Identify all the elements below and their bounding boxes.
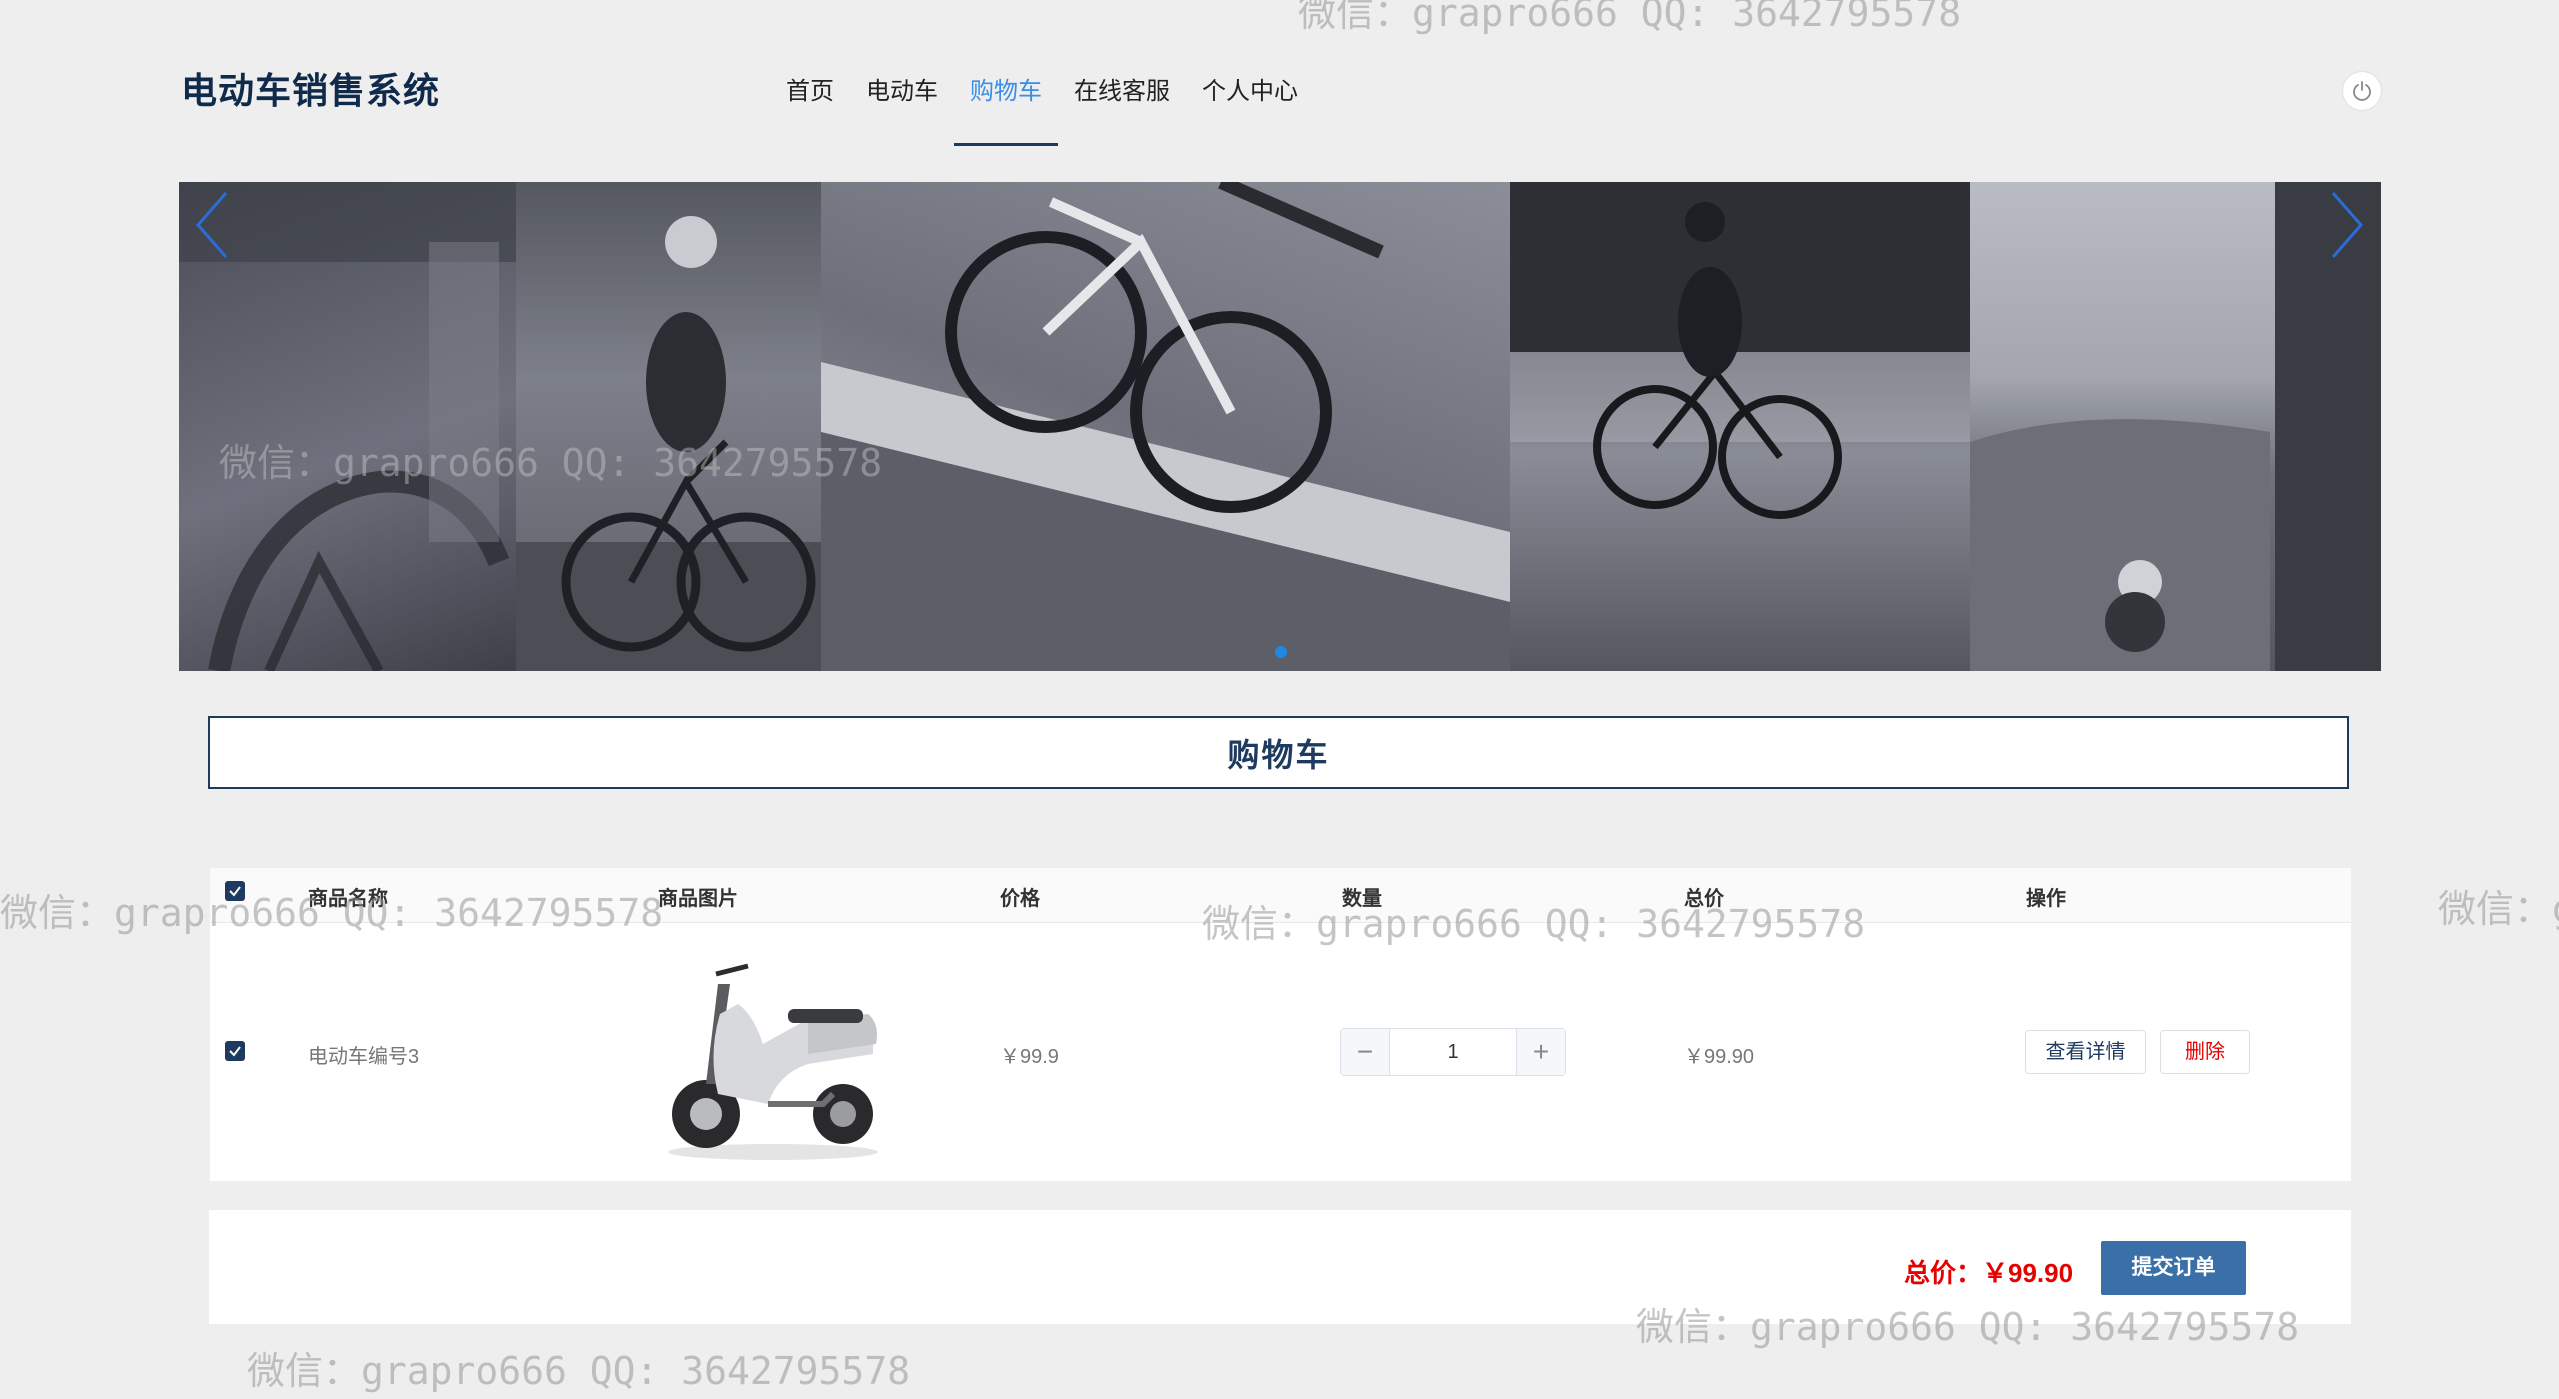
- column-header-total: 总价: [1684, 888, 1724, 910]
- power-icon: [2353, 81, 2371, 101]
- check-icon: [229, 1046, 241, 1057]
- nav-cart[interactable]: 购物车: [954, 60, 1058, 146]
- quantity-input[interactable]: 1: [1390, 1029, 1516, 1075]
- submit-order-button[interactable]: 提交订单: [2101, 1241, 2246, 1295]
- select-all-checkbox[interactable]: [225, 881, 245, 901]
- watermark: 微信：grapro666 QQ: 3642795578: [247, 1349, 911, 1393]
- banner-photo: [1510, 182, 1970, 671]
- row-checkbox[interactable]: [225, 1041, 245, 1061]
- product-price: ￥99.9: [1000, 1046, 1059, 1068]
- carousel-next-button[interactable]: [2321, 185, 2371, 265]
- cart-title-box: 购物车: [208, 716, 2349, 789]
- table-header: 商品名称 商品图片 价格 数量 总价 操作: [210, 868, 2351, 923]
- row-total: ￥99.90: [1684, 1046, 1755, 1068]
- watermark: 微信：grapro666 QQ: 3642795578: [2438, 887, 2559, 931]
- banner-photo: [821, 182, 1510, 671]
- grand-total: 总价：￥99.90: [1904, 1258, 2074, 1288]
- quantity-stepper: − 1 +: [1340, 1028, 1566, 1076]
- carousel-prev-button[interactable]: [188, 185, 238, 265]
- page-title: 购物车: [1227, 736, 1330, 773]
- carousel-indicator-dot[interactable]: [1275, 646, 1287, 658]
- delete-button[interactable]: 删除: [2160, 1030, 2250, 1074]
- decrease-quantity-button[interactable]: −: [1341, 1029, 1390, 1075]
- product-image[interactable]: [658, 944, 888, 1164]
- column-header-price: 价格: [1000, 888, 1040, 910]
- banner-photo: [1970, 182, 2381, 671]
- product-name: 电动车编号3: [308, 1046, 420, 1068]
- logout-button[interactable]: [2343, 72, 2381, 110]
- nav-home[interactable]: 首页: [770, 60, 850, 146]
- main-nav: 首页 电动车 购物车 在线客服 个人中心: [770, 60, 1314, 150]
- cart-table: 商品名称 商品图片 价格 数量 总价 操作 电动车编号3 ￥99.9 − 1 +…: [210, 868, 2351, 1181]
- nav-service[interactable]: 在线客服: [1058, 60, 1186, 146]
- column-header-actions: 操作: [2026, 888, 2066, 910]
- watermark: 微信：grapro666 QQ: 3642795578: [219, 441, 883, 485]
- banner-photo: [516, 182, 821, 671]
- watermark: 微信：grapro666 QQ: 3642795578: [1298, 0, 1962, 35]
- banner-carousel: 微信：grapro666 QQ: 3642795578: [179, 182, 2381, 671]
- column-header-quantity: 数量: [1342, 888, 1382, 910]
- nav-profile[interactable]: 个人中心: [1186, 60, 1314, 146]
- site-title: 电动车销售系统: [181, 70, 441, 111]
- column-header-name: 商品名称: [308, 888, 388, 910]
- nav-ebikes[interactable]: 电动车: [850, 60, 954, 146]
- increase-quantity-button[interactable]: +: [1516, 1029, 1565, 1075]
- view-details-button[interactable]: 查看详情: [2025, 1030, 2146, 1074]
- check-icon: [229, 886, 241, 897]
- column-header-image: 商品图片: [658, 888, 738, 910]
